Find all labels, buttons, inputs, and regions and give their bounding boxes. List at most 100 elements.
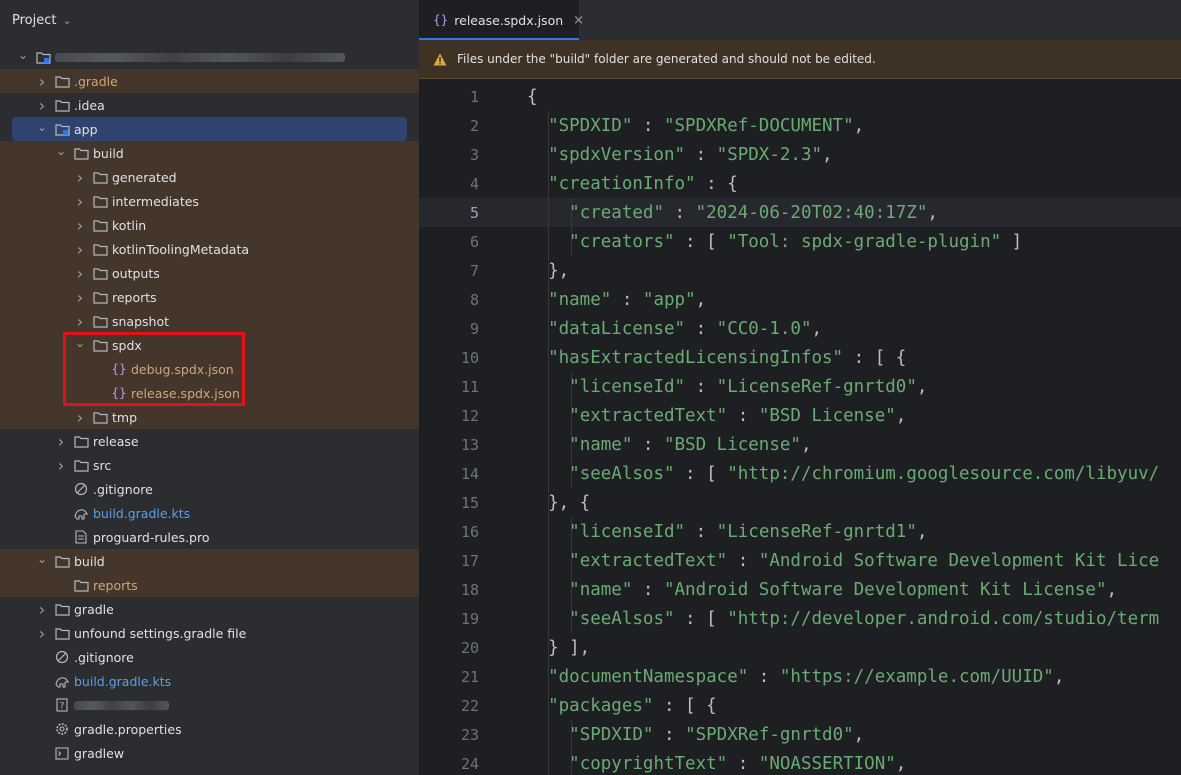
indent-guide: [571, 517, 572, 633]
chevron-right-icon[interactable]: ›: [74, 216, 86, 235]
code-line[interactable]: 7 },: [419, 256, 1181, 285]
tree-item[interactable]: ⌄ spdx: [0, 333, 419, 357]
code-line[interactable]: 19 "seeAlsos" : [ "http://developer.andr…: [419, 604, 1181, 633]
line-number: 2: [469, 116, 479, 135]
tree-item[interactable]: gradlew: [0, 741, 419, 765]
tree-item[interactable]: › reports: [0, 285, 419, 309]
tree-item[interactable]: › kotlinToolingMetadata: [0, 237, 419, 261]
gradle-icon: [54, 673, 70, 689]
tree-item-label: intermediates: [112, 193, 199, 209]
code-line[interactable]: 20 } ],: [419, 633, 1181, 662]
tree-item[interactable]: {} debug.spdx.json: [0, 357, 419, 381]
chevron-right-icon[interactable]: ›: [74, 312, 86, 331]
chevron-down-icon[interactable]: ⌄: [36, 120, 48, 134]
folder-icon: [92, 265, 108, 281]
tree-item[interactable]: › .idea: [0, 93, 419, 117]
tree-item[interactable]: › gradle: [0, 597, 419, 621]
tree-item[interactable]: .gitignore: [0, 477, 419, 501]
code-text: "SPDXID" : "SPDXRef-DOCUMENT",: [548, 115, 865, 136]
tree-item[interactable]: ⌄ app: [12, 117, 407, 141]
tree-item[interactable]: {} release.spdx.json: [0, 381, 419, 405]
module-folder-icon: [54, 121, 70, 137]
code-line[interactable]: 3 "spdxVersion" : "SPDX-2.3",: [419, 140, 1181, 169]
tab-label: release.spdx.json: [454, 12, 564, 28]
tree-item-label: generated: [112, 169, 177, 185]
chevron-right-icon[interactable]: ›: [74, 192, 86, 211]
tree-item-label: gradle.properties: [74, 721, 182, 737]
tree-item[interactable]: › intermediates: [0, 189, 419, 213]
tree-item[interactable]: › unfound settings.gradle file: [0, 621, 419, 645]
project-panel: Project ⌄ ⌄ › .gradle › .idea ⌄ app ⌄ build › gene…: [0, 0, 419, 775]
code-line[interactable]: 12 "extractedText" : "BSD License",: [419, 401, 1181, 430]
code-line[interactable]: 11 "licenseId" : "LicenseRef-gnrtd0",: [419, 372, 1181, 401]
tree-item[interactable]: .gitignore: [0, 645, 419, 669]
code-line[interactable]: 4 "creationInfo" : {: [419, 169, 1181, 198]
tree-item-label: build.gradle.kts: [93, 505, 191, 521]
code-line[interactable]: 18 "name" : "Android Software Developmen…: [419, 575, 1181, 604]
tree-item[interactable]: ⌄ build: [0, 549, 419, 573]
chevron-right-icon[interactable]: ›: [74, 168, 86, 187]
chevron-down-icon[interactable]: ⌄: [55, 144, 67, 158]
tab-release-spdx-json[interactable]: {} release.spdx.json ×: [419, 0, 584, 40]
close-icon[interactable]: ×: [573, 13, 584, 28]
folder-icon: [92, 217, 108, 233]
tree-item[interactable]: build.gradle.kts: [0, 669, 419, 693]
chevron-right-icon[interactable]: ›: [36, 600, 48, 619]
tree-item-label: .gitignore: [74, 649, 134, 665]
chevron-right-icon[interactable]: ›: [74, 408, 86, 427]
tree-item[interactable]: ⌄ build: [0, 141, 419, 165]
tree-item[interactable]: › outputs: [0, 261, 419, 285]
code-line[interactable]: 17 "extractedText" : "Android Software D…: [419, 546, 1181, 575]
editor-tab-bar: {} release.spdx.json ×: [419, 0, 1181, 40]
code-line[interactable]: 15 }, {: [419, 488, 1181, 517]
tree-item[interactable]: › src: [0, 453, 419, 477]
code-line[interactable]: 14 "seeAlsos" : [ "http://chromium.googl…: [419, 459, 1181, 488]
chevron-right-icon[interactable]: ›: [74, 264, 86, 283]
line-number: 23: [460, 725, 479, 744]
chevron-down-icon[interactable]: ⌄: [17, 48, 29, 62]
code-line[interactable]: 2 "SPDXID" : "SPDXRef-DOCUMENT",: [419, 111, 1181, 140]
tree-item[interactable]: › tmp: [0, 405, 419, 429]
gitignore-icon: [73, 481, 89, 497]
chevron-right-icon[interactable]: ›: [36, 96, 48, 115]
tree-item[interactable]: ⌄: [0, 45, 419, 69]
code-line[interactable]: 5 "created" : "2024-06-20T02:40:17Z",: [419, 198, 1181, 227]
tree-item[interactable]: gradle.properties: [0, 717, 419, 741]
tree-item-label: release: [93, 433, 139, 449]
chevron-down-icon[interactable]: ⌄: [62, 14, 71, 27]
json-file-icon: {}: [433, 13, 449, 27]
code-line[interactable]: 6 "creators" : [ "Tool: spdx-gradle-plug…: [419, 227, 1181, 256]
indent-guide: [571, 372, 572, 488]
chevron-right-icon[interactable]: ›: [36, 72, 48, 91]
project-header[interactable]: Project ⌄: [0, 0, 419, 40]
chevron-down-icon[interactable]: ⌄: [36, 552, 48, 566]
code-line[interactable]: 9 "dataLicense" : "CC0-1.0",: [419, 314, 1181, 343]
tree-item[interactable]: build.gradle.kts: [0, 501, 419, 525]
code-line[interactable]: 13 "name" : "BSD License",: [419, 430, 1181, 459]
tree-item[interactable]: › kotlin: [0, 213, 419, 237]
tree-item[interactable]: › generated: [0, 165, 419, 189]
code-line[interactable]: 23 "SPDXID" : "SPDXRef-gnrtd0",: [419, 720, 1181, 749]
tree-item-label: debug.spdx.json: [131, 361, 234, 377]
tree-item[interactable]: › .gradle: [0, 69, 419, 93]
code-line[interactable]: 22 "packages" : [ {: [419, 691, 1181, 720]
tree-item[interactable]: reports: [0, 573, 419, 597]
code-line[interactable]: 16 "licenseId" : "LicenseRef-gnrtd1",: [419, 517, 1181, 546]
code-line[interactable]: 1{: [419, 82, 1181, 111]
code-line[interactable]: 21 "documentNamespace" : "https://exampl…: [419, 662, 1181, 691]
tree-item[interactable]: › snapshot: [0, 309, 419, 333]
code-line[interactable]: 10 "hasExtractedLicensingInfos" : [ {: [419, 343, 1181, 372]
chevron-right-icon[interactable]: ›: [55, 432, 67, 451]
chevron-right-icon[interactable]: ›: [74, 288, 86, 307]
tree-item[interactable]: proguard-rules.pro: [0, 525, 419, 549]
gradle-icon: [73, 505, 89, 521]
tree-item[interactable]: › release: [0, 429, 419, 453]
chevron-right-icon[interactable]: ›: [74, 240, 86, 259]
tree-item[interactable]: ?: [0, 693, 419, 717]
code-line[interactable]: 8 "name" : "app",: [419, 285, 1181, 314]
chevron-right-icon[interactable]: ›: [55, 456, 67, 475]
code-line[interactable]: 24 "copyrightText" : "NOASSERTION",: [419, 749, 1181, 775]
chevron-down-icon[interactable]: ⌄: [74, 336, 86, 350]
tree-item-label: gradle: [74, 601, 114, 617]
chevron-right-icon[interactable]: ›: [36, 624, 48, 643]
